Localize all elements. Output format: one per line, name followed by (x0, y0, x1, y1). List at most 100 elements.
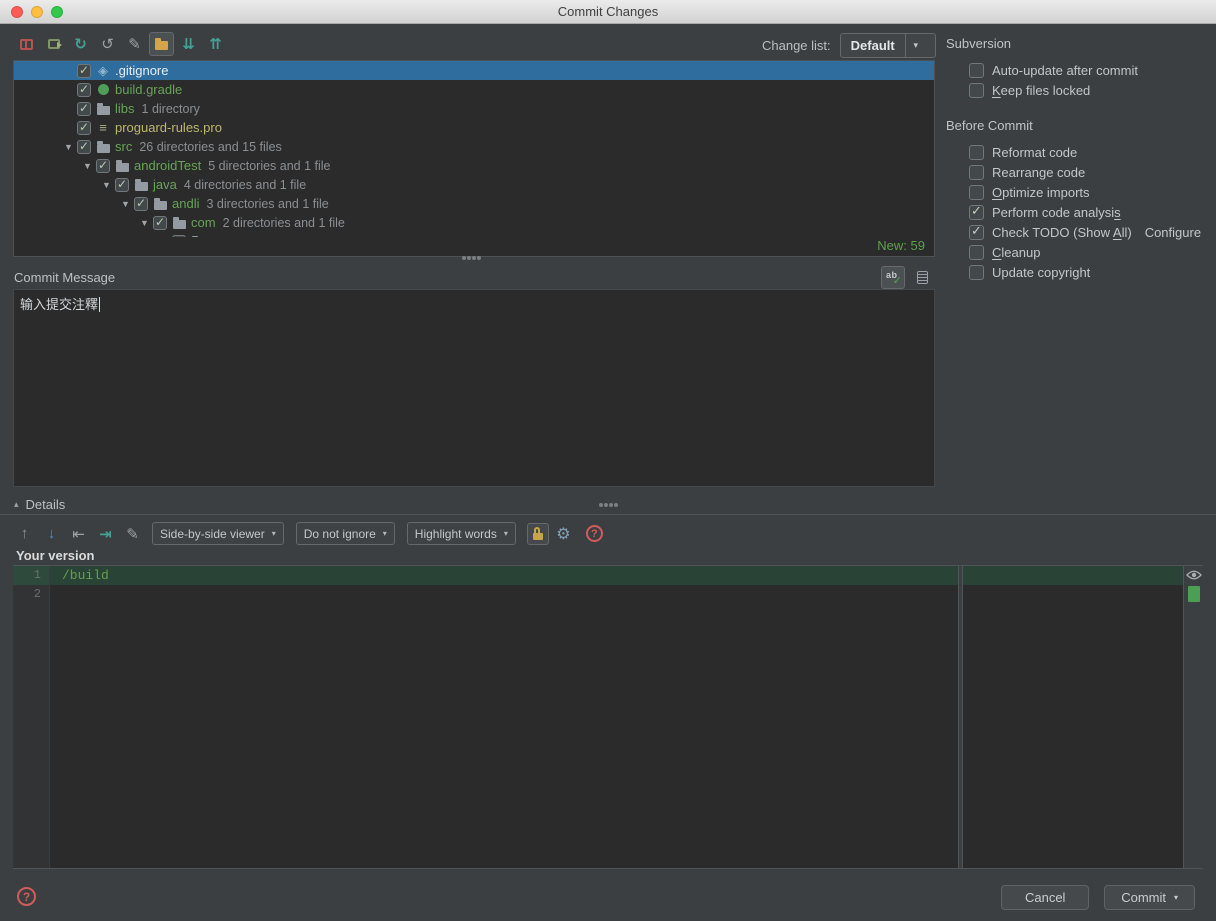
diff-help-icon[interactable]: ? (585, 525, 603, 542)
previous-difference-icon[interactable]: ↑ (12, 522, 37, 546)
checkbox[interactable] (969, 82, 984, 98)
expand-all-icon[interactable]: ⇊ (176, 32, 201, 56)
group-by-directory-icon[interactable] (149, 32, 174, 56)
commit-dropdown-arrow[interactable]: ▾ (1174, 893, 1178, 902)
tree-row-src[interactable]: ▼ src 26 directories and 15 files (14, 137, 934, 156)
viewer-mode-select[interactable]: Side-by-side viewer ▾ (152, 522, 284, 545)
collapse-all-icon[interactable]: ⇈ (203, 32, 228, 56)
code-pane-right[interactable] (963, 566, 1183, 868)
move-to-another-changelist-icon[interactable] (41, 32, 66, 56)
commit-message-history-icon[interactable] (910, 265, 935, 289)
check-glyph: ✓ (892, 274, 902, 287)
details-header[interactable]: ▴ Details (14, 497, 65, 512)
jump-to-last-icon[interactable]: ⇥ (93, 522, 118, 546)
whitespace-ignore-select[interactable]: Do not ignore ▾ (295, 522, 395, 545)
tree-row-com[interactable]: ▼ com 2 directories and 1 file (14, 213, 934, 232)
row-checkbox[interactable] (96, 158, 110, 173)
rollback-icon[interactable]: ↺ (95, 32, 120, 56)
row-checkbox[interactable] (77, 120, 91, 135)
line-number-gutter: 1 2 (13, 566, 50, 868)
diff-settings-icon[interactable]: ⚙ (551, 522, 576, 546)
tree-row-androidtest[interactable]: ▼ androidTest 5 directories and 1 file (14, 156, 934, 175)
splitter-handle[interactable] (462, 256, 466, 260)
changes-tree[interactable]: ◈ .gitignore build.gradle libs 1 directo… (13, 60, 935, 257)
checkbox[interactable] (969, 62, 984, 78)
refresh-changes-icon[interactable]: ↻ (68, 32, 93, 56)
jump-to-first-icon[interactable]: ⇤ (66, 522, 91, 546)
show-diff-icon[interactable] (14, 32, 39, 56)
row-checkbox[interactable] (77, 63, 91, 78)
change-marker[interactable] (1187, 586, 1200, 602)
row-checkbox[interactable] (134, 196, 148, 211)
folder-count: 26 directories and 15 files (139, 139, 282, 154)
checkbox-label: Cleanup (992, 244, 1041, 260)
checkbox-row-update-copyright[interactable]: Update copyright (969, 262, 1213, 282)
checkbox-label: Reformat code (992, 144, 1078, 160)
read-only-lock-icon[interactable] (526, 522, 549, 545)
chevron-down-icon[interactable]: ▾ (904, 33, 926, 57)
checkbox-row-perform-code-analysis[interactable]: Perform code analysis (969, 202, 1213, 222)
diff-editor[interactable]: 1 2 /build (13, 565, 1203, 869)
help-icon[interactable]: ? (17, 887, 36, 906)
diamond-glyph: ◈ (98, 63, 108, 78)
diff-panes-icon (20, 38, 33, 50)
checkbox-row-reformat-code[interactable]: Reformat code (969, 142, 1213, 162)
checkbox[interactable] (969, 144, 984, 160)
code-pane-left[interactable]: /build (50, 566, 958, 868)
checkbox[interactable] (969, 203, 984, 220)
configure-link[interactable]: Configure (1145, 225, 1201, 240)
row-checkbox[interactable] (115, 177, 129, 192)
close-button[interactable] (11, 6, 23, 18)
checkbox[interactable] (969, 184, 984, 200)
checkbox-row-rearrange-code[interactable]: Rearrange code (969, 162, 1213, 182)
tree-row-build-gradle[interactable]: build.gradle (14, 80, 934, 99)
tree-row-gitignore[interactable]: ◈ .gitignore (14, 61, 934, 80)
collapse-arrow[interactable]: ▼ (136, 218, 153, 228)
highlight-mode-select[interactable]: Highlight words ▾ (406, 522, 516, 545)
checkbox-row-auto-update[interactable]: Auto-update after commit (969, 60, 1213, 80)
collapse-arrow[interactable]: ▼ (117, 199, 134, 209)
folder-name: libs (115, 101, 135, 116)
file-name: build.gradle (115, 82, 183, 97)
error-stripe[interactable] (1183, 566, 1203, 868)
checkbox[interactable] (969, 223, 984, 240)
checkbox[interactable] (969, 244, 984, 260)
edit-source-icon[interactable]: ✎ (122, 32, 147, 56)
checkbox[interactable] (969, 164, 984, 180)
next-difference-icon[interactable]: ↓ (39, 522, 64, 546)
checkbox-row-cleanup[interactable]: Cleanup (969, 242, 1213, 262)
commit-button[interactable]: Commit ▾ (1104, 885, 1195, 910)
row-checkbox[interactable] (172, 234, 186, 237)
checkbox-row-optimize-imports[interactable]: Optimize imports (969, 182, 1213, 202)
row-checkbox[interactable] (77, 82, 91, 97)
collapse-arrow[interactable]: ▼ (155, 237, 172, 238)
collapse-arrow[interactable]: ▼ (79, 161, 96, 171)
zoom-button[interactable] (51, 6, 63, 18)
spellcheck-icon[interactable]: ab ✓ (881, 265, 905, 289)
row-checkbox[interactable] (153, 215, 167, 230)
row-checkbox[interactable] (77, 139, 91, 154)
subversion-section-title: Subversion (946, 36, 1012, 51)
inspections-eye-icon[interactable] (1185, 569, 1202, 582)
tree-row-proguard-rules[interactable]: ≡ proguard-rules.pro (14, 118, 934, 137)
collapse-arrow[interactable]: ▼ (98, 180, 115, 190)
row-checkbox[interactable] (77, 101, 91, 116)
checkbox-label: Keep files locked (992, 82, 1091, 98)
cancel-button[interactable]: Cancel (1001, 885, 1090, 910)
collapse-arrow[interactable]: ▼ (60, 142, 77, 152)
checkbox[interactable] (969, 264, 984, 280)
collapse-triangle-icon[interactable]: ▴ (14, 499, 19, 510)
tree-row-java[interactable]: ▼ java 4 directories and 1 file (14, 175, 934, 194)
commit-message-input[interactable]: 输入提交注釋 (13, 289, 935, 487)
up-arrow-glyph: ↑ (20, 525, 29, 542)
splitter-handle[interactable] (599, 503, 603, 507)
change-list-combobox[interactable]: Default ▾ (839, 32, 936, 58)
checkbox-row-keep-files-locked[interactable]: Keep files locked (969, 80, 1213, 100)
minimize-button[interactable] (31, 6, 43, 18)
tree-row-libs[interactable]: libs 1 directory (14, 99, 934, 118)
tree-row-clipped[interactable]: ▼ (14, 232, 934, 237)
folder-count: 3 directories and 1 file (206, 196, 329, 211)
checkbox-row-check-todo[interactable]: Check TODO (Show All) Configure (969, 222, 1213, 242)
edit-file-icon[interactable]: ✎ (120, 522, 145, 546)
tree-row-andli[interactable]: ▼ andli 3 directories and 1 file (14, 194, 934, 213)
